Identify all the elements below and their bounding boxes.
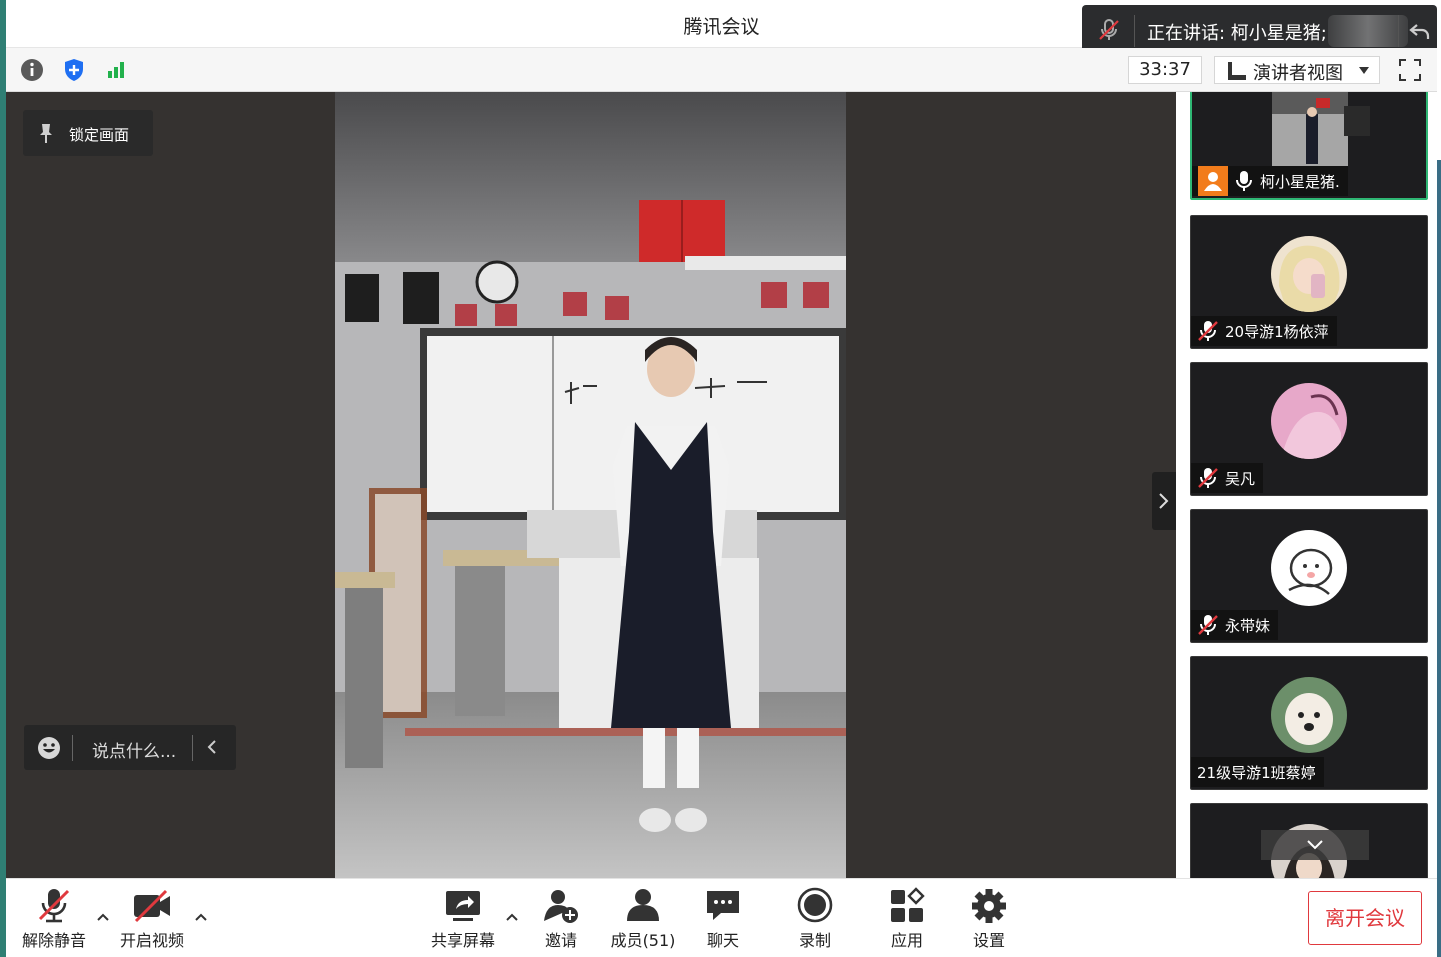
quick-chat-input[interactable]: 说点什么... xyxy=(24,725,236,770)
participant-tile[interactable] xyxy=(1190,803,1428,878)
record-icon xyxy=(797,887,833,923)
invite-button[interactable]: 邀请 xyxy=(536,887,586,951)
share-screen-button[interactable]: 共享屏幕 xyxy=(428,887,498,951)
participant-namebar: 吴凡 xyxy=(1191,463,1264,493)
emoji-icon[interactable] xyxy=(36,735,62,761)
participant-avatar xyxy=(1271,383,1347,459)
scroll-down-overlay[interactable] xyxy=(1261,830,1369,860)
top-toolbar: 33:37 演讲者视图 xyxy=(6,48,1437,92)
participant-namebar: 21级导游1班蔡婷 xyxy=(1191,757,1324,787)
chevron-left-icon[interactable] xyxy=(202,737,222,757)
participant-name: 吴凡 xyxy=(1225,469,1256,488)
thumbnail-blur xyxy=(1344,106,1370,136)
speaker-video-feed[interactable] xyxy=(335,92,846,878)
mic-active-icon xyxy=(1236,171,1252,191)
participant-tile[interactable]: 柯小星是猪. xyxy=(1190,92,1428,200)
participant-tile[interactable]: 吴凡 xyxy=(1190,362,1428,496)
start-video-button[interactable]: 开启视频 xyxy=(118,887,186,951)
main-video-stage: 锁定画面 说点什么... xyxy=(6,92,1185,878)
speaking-divider-2 xyxy=(1398,15,1399,47)
apps-label: 应用 xyxy=(890,931,923,950)
apps-button[interactable]: 应用 xyxy=(882,887,932,951)
pin-icon xyxy=(40,124,52,143)
members-button[interactable]: 成员(51) xyxy=(606,887,680,951)
chat-button[interactable]: 聊天 xyxy=(698,887,748,951)
network-signal-icon[interactable] xyxy=(102,56,130,84)
mic-muted-icon xyxy=(1198,321,1218,341)
participant-tile[interactable]: 21级导游1班蔡婷 xyxy=(1190,656,1428,790)
user-icon xyxy=(1204,172,1222,191)
participant-namebar: 柯小星是猪. xyxy=(1192,166,1348,196)
participant-panel: 柯小星是猪. 20导游1杨依萍 吴凡 永带妹 21级导游1班蔡婷 xyxy=(1176,92,1437,878)
speaking-text: 正在讲话: 柯小星是猪; xyxy=(1147,23,1327,44)
invite-label: 邀请 xyxy=(544,931,577,950)
mic-muted-icon xyxy=(38,889,70,923)
chat-placeholder: 说点什么... xyxy=(92,742,177,762)
settings-button[interactable]: 设置 xyxy=(964,887,1014,951)
classroom-scene xyxy=(335,92,846,878)
chevron-down-icon xyxy=(1359,67,1369,74)
unmute-button[interactable]: 解除静音 xyxy=(20,887,88,951)
participant-name: 永带妹 xyxy=(1225,616,1271,635)
camera-off-icon xyxy=(134,889,170,923)
participant-name: 21级导游1班蔡婷 xyxy=(1197,763,1316,782)
info-icon[interactable] xyxy=(18,56,46,84)
share-screen-icon xyxy=(446,891,480,921)
mic-muted-icon xyxy=(1099,19,1119,40)
fullscreen-icon[interactable] xyxy=(1396,56,1424,84)
mic-muted-icon xyxy=(1198,468,1218,488)
speaking-overflow-blur xyxy=(1328,15,1408,47)
desktop-edge-right xyxy=(1437,160,1441,957)
start-video-label: 开启视频 xyxy=(119,931,184,950)
members-icon xyxy=(627,889,659,921)
view-mode-dropdown[interactable]: 演讲者视图 xyxy=(1214,56,1380,84)
leave-meeting-button[interactable]: 离开会议 xyxy=(1308,891,1422,945)
gear-icon xyxy=(972,889,1006,923)
record-label: 录制 xyxy=(798,931,831,950)
chevron-up-icon[interactable] xyxy=(193,909,209,925)
chat-bubble-icon xyxy=(707,891,739,920)
record-button[interactable]: 录制 xyxy=(790,887,840,951)
speaking-divider xyxy=(1134,15,1135,47)
members-label: 成员(51) xyxy=(610,931,676,950)
chevron-up-icon[interactable] xyxy=(504,909,520,925)
share-screen-label: 共享屏幕 xyxy=(430,931,495,950)
chat-label: 聊天 xyxy=(706,931,739,950)
settings-label: 设置 xyxy=(972,931,1005,950)
unmute-label: 解除静音 xyxy=(21,931,86,950)
chevron-down-icon xyxy=(1307,840,1323,850)
lock-view-label: 锁定画面 xyxy=(69,126,130,144)
return-icon[interactable] xyxy=(1408,19,1432,43)
participant-tile[interactable]: 20导游1杨依萍 xyxy=(1190,215,1428,349)
participant-avatar xyxy=(1271,530,1347,606)
participant-name: 柯小星是猪. xyxy=(1260,172,1340,191)
collapse-panel-button[interactable] xyxy=(1152,472,1176,530)
lock-view-button[interactable]: 锁定画面 xyxy=(23,110,153,156)
bottom-control-bar: 解除静音 开启视频 共享屏幕 邀请 成员(51) 聊天 录制 应用 设置 离开会… xyxy=(6,878,1437,957)
apps-grid-icon xyxy=(891,887,925,922)
chat-divider-2 xyxy=(192,735,193,761)
security-shield-icon[interactable] xyxy=(60,56,88,84)
participant-avatar xyxy=(1271,677,1347,753)
participant-name: 20导游1杨依萍 xyxy=(1225,322,1329,341)
mic-muted-icon xyxy=(1198,615,1218,635)
participant-tile[interactable]: 永带妹 xyxy=(1190,509,1428,643)
participant-namebar: 20导游1杨依萍 xyxy=(1191,316,1337,346)
chevron-right-icon xyxy=(1159,493,1169,509)
meeting-window: { "window": { "title": "腾讯会议" }, "speaki… xyxy=(0,0,1441,957)
speaker-view-icon xyxy=(1228,62,1246,80)
host-badge xyxy=(1198,166,1228,196)
participant-namebar: 永带妹 xyxy=(1191,610,1279,640)
chevron-up-icon[interactable] xyxy=(95,909,111,925)
meeting-timer: 33:37 xyxy=(1128,56,1202,84)
view-mode-label: 演讲者视图 xyxy=(1253,63,1343,84)
participant-avatar xyxy=(1271,236,1347,312)
add-user-icon xyxy=(544,890,578,923)
participant-video-thumbnail xyxy=(1272,92,1348,168)
chat-divider xyxy=(72,735,73,761)
